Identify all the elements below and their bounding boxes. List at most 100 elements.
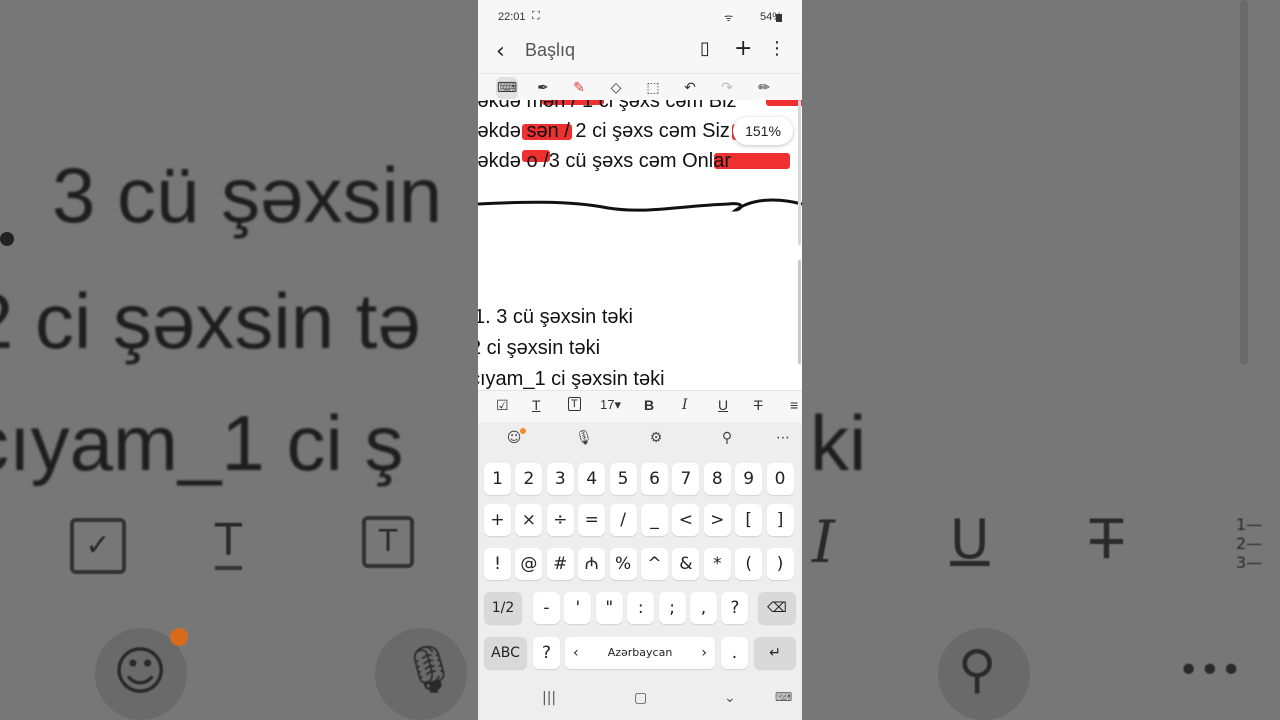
key[interactable]: ( bbox=[735, 548, 763, 580]
highlighter-icon[interactable]: ✎ bbox=[568, 77, 590, 99]
key[interactable]: : bbox=[627, 592, 655, 624]
bg-dot bbox=[0, 232, 14, 246]
add-icon[interactable]: + bbox=[734, 36, 752, 61]
key[interactable]: = bbox=[578, 504, 606, 536]
bg-emoji-icon: ☺ bbox=[113, 642, 168, 702]
key[interactable]: # bbox=[546, 548, 574, 580]
bg-underline-icon: U bbox=[950, 508, 990, 571]
note-line: təkdə sən / 2 ci şəxs cəm Siz bbox=[478, 120, 730, 142]
home-icon[interactable]: ▢ bbox=[634, 690, 647, 706]
key[interactable]: ^ bbox=[641, 548, 668, 580]
eraser-icon[interactable]: ◇ bbox=[605, 77, 627, 99]
back-chevron-icon[interactable]: ⌄ bbox=[724, 690, 736, 706]
note-line: təkdə o /3 cü şəxs cəm Onlar bbox=[478, 150, 732, 172]
key[interactable]: 7 bbox=[672, 463, 700, 495]
pen-toolbar: ⌨ ✒ ✎ ◇ ⬚ ↶ ↷ ✏ bbox=[478, 73, 802, 102]
keyboard-toolbar: ☺ 🎙 ⚙ ⚲ ⋯ bbox=[478, 422, 802, 458]
note-title[interactable]: Başlıq bbox=[525, 40, 575, 61]
key[interactable]: ' bbox=[564, 592, 592, 624]
book-view-icon[interactable]: ▯ bbox=[700, 38, 710, 59]
key[interactable]: @ bbox=[515, 548, 543, 580]
key[interactable]: ! bbox=[484, 548, 511, 580]
key[interactable]: ; bbox=[658, 592, 686, 624]
key[interactable]: % bbox=[609, 548, 637, 580]
recent-apps-icon[interactable]: ||| bbox=[542, 690, 556, 706]
bg-strike-icon: T bbox=[1090, 508, 1123, 571]
key[interactable]: * bbox=[703, 548, 731, 580]
key[interactable]: 2 bbox=[515, 463, 543, 495]
key[interactable]: ] bbox=[766, 504, 794, 536]
key[interactable]: 8 bbox=[703, 463, 731, 495]
textbox-icon[interactable]: T bbox=[568, 397, 581, 411]
key[interactable]: - bbox=[533, 592, 560, 624]
key[interactable]: 1 bbox=[484, 463, 511, 495]
search-icon[interactable]: ⚲ bbox=[714, 430, 740, 450]
key[interactable]: / bbox=[609, 504, 637, 536]
settings-gear-icon[interactable]: ⚙ bbox=[643, 430, 669, 450]
underline-button[interactable]: U bbox=[718, 397, 728, 413]
list-icon[interactable]: ≡ bbox=[790, 397, 798, 413]
key[interactable]: 9 bbox=[735, 463, 763, 495]
keyboard-hide-icon[interactable]: ⌨ bbox=[775, 690, 792, 704]
key[interactable]: ? bbox=[533, 637, 560, 669]
key[interactable]: 4 bbox=[578, 463, 606, 495]
microphone-icon[interactable]: 🎙 bbox=[571, 430, 597, 450]
key[interactable]: ÷ bbox=[546, 504, 574, 536]
pen-settings-icon[interactable]: ✏ bbox=[753, 77, 775, 99]
back-arrow-icon[interactable]: ‹ bbox=[496, 39, 505, 64]
battery-icon bbox=[776, 14, 782, 22]
undo-icon[interactable]: ↶ bbox=[679, 77, 701, 99]
pen-icon[interactable]: ✒ bbox=[532, 77, 554, 99]
text-style-icon[interactable]: T bbox=[532, 397, 541, 413]
key[interactable]: > bbox=[703, 504, 731, 536]
bg-mic-icon: 🎙 bbox=[400, 642, 459, 696]
key[interactable]: [ bbox=[735, 504, 763, 536]
key[interactable]: 0 bbox=[766, 463, 794, 495]
key[interactable]: ↵ bbox=[754, 637, 796, 669]
selection-icon[interactable]: ⬚ bbox=[642, 77, 664, 99]
key[interactable]: , bbox=[690, 592, 717, 624]
emoji-badge bbox=[520, 428, 526, 434]
key[interactable]: × bbox=[515, 504, 543, 536]
key[interactable]: < bbox=[672, 504, 700, 536]
bg-textbox-icon: T bbox=[362, 516, 414, 568]
left-arrow-icon[interactable]: ‹ bbox=[573, 637, 579, 669]
checkbox-icon[interactable]: ☑ bbox=[496, 397, 509, 414]
key[interactable]: 3 bbox=[546, 463, 574, 495]
key[interactable]: 1/2 bbox=[484, 592, 522, 624]
keyboard: 1 2 3 4 5 6 7 8 9 0 + × ÷ = / _ < >[]! @ # ₼% ^ & *() 1/2- ' ":;,?… bbox=[478, 458, 802, 680]
redo-icon[interactable]: ↷ bbox=[716, 77, 738, 99]
key[interactable]: _ bbox=[641, 504, 668, 536]
key[interactable]: ⌫ bbox=[758, 592, 796, 624]
key[interactable]: ) bbox=[766, 548, 794, 580]
status-time: 22:01 bbox=[498, 11, 526, 23]
key[interactable]: 5 bbox=[609, 463, 637, 495]
key[interactable]: " bbox=[595, 592, 623, 624]
bg-emoji-badge bbox=[170, 628, 188, 646]
bg-checkbox-icon: ✓ bbox=[70, 518, 126, 574]
keyboard-icon[interactable]: ⌨ bbox=[496, 77, 518, 99]
more-options-icon[interactable]: ⋮ bbox=[768, 38, 786, 59]
key[interactable]: . bbox=[721, 637, 748, 669]
key[interactable]: + bbox=[484, 504, 511, 536]
scroll-thumb[interactable] bbox=[798, 260, 801, 364]
strikethrough-button[interactable]: T bbox=[754, 397, 763, 413]
bg-line-3: çıyam_1 ci ş bbox=[0, 399, 404, 487]
bold-button[interactable]: B bbox=[644, 397, 654, 413]
bg-search-icon: ⚲ bbox=[958, 640, 997, 700]
key[interactable]: 6 bbox=[641, 463, 668, 495]
key[interactable]: ₼ bbox=[578, 548, 606, 580]
right-arrow-icon[interactable]: › bbox=[701, 637, 707, 669]
key[interactable]: ? bbox=[721, 592, 749, 624]
note-canvas[interactable]: təkdə mən / 1 ci şəxs cəm Biz təkdə sən … bbox=[478, 100, 802, 390]
space-key[interactable]: Azərbaycan ‹ › bbox=[565, 637, 715, 669]
more-icon[interactable]: ⋯ bbox=[770, 430, 796, 450]
phone-screen: 22:01 ⛶ ᯤ 54% ‹ Başlıq ▯ + ⋮ ⌨ ✒ ✎ ◇ ⬚ ↶… bbox=[478, 0, 802, 720]
note-line: təkdə mən / 1 ci şəxs cəm Biz bbox=[478, 100, 737, 112]
font-size-dropdown[interactable]: 17▾ bbox=[600, 397, 621, 413]
bg-text-icon: T bbox=[215, 515, 242, 570]
key[interactable]: & bbox=[672, 548, 700, 580]
italic-button[interactable]: I bbox=[682, 397, 688, 413]
key[interactable]: ABC bbox=[484, 637, 527, 669]
zoom-level-badge: 151% bbox=[733, 117, 793, 145]
